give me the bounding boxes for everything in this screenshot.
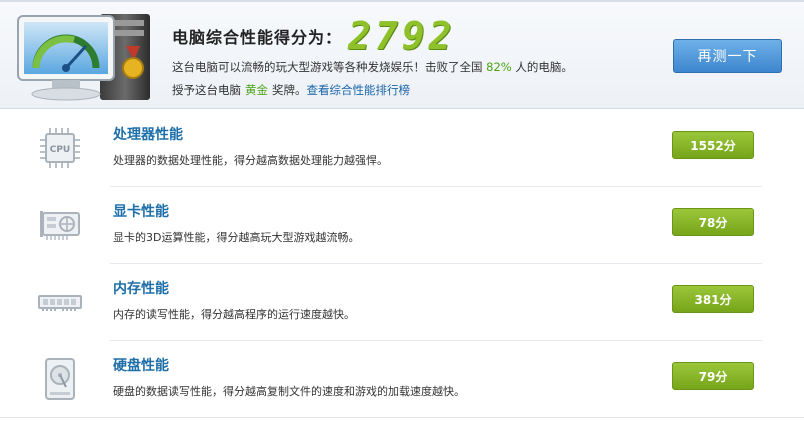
- item-score-badge: 1552分: [672, 131, 754, 159]
- performance-gauge-icon: [17, 14, 150, 101]
- memory-icon: [38, 295, 82, 311]
- item-title: 硬盘性能: [113, 358, 169, 374]
- item-score-badge: 78分: [672, 208, 754, 236]
- score-value: 2792: [348, 14, 456, 58]
- bottom-border: [0, 417, 804, 418]
- item-title: 内存性能: [113, 281, 169, 297]
- award-name: 黄金: [245, 83, 268, 97]
- award-line: 授予这台电脑 黄金 奖牌。查看综合性能排行榜: [172, 82, 410, 98]
- list-item-memory: 内存性能 内存的读写性能，得分越高程序的运行速度越快。 381分: [0, 264, 804, 341]
- item-score-badge: 79分: [672, 362, 754, 390]
- item-description: 硬盘的数据读写性能，得分越高复制文件的速度和游戏的加载速度越快。: [113, 385, 465, 398]
- cpu-icon: CPU: [40, 128, 80, 168]
- item-title: 处理器性能: [113, 127, 183, 143]
- item-description: 内存的读写性能，得分越高程序的运行速度越快。: [113, 308, 355, 321]
- item-score-badge: 381分: [672, 285, 754, 313]
- hard-disk-icon: [45, 358, 75, 400]
- description-suffix: 人的电脑。: [515, 60, 573, 74]
- list-item-hard-disk: 硬盘性能 硬盘的数据读写性能，得分越高复制文件的速度和游戏的加载速度越快。 79…: [0, 341, 804, 418]
- score-label: 电脑综合性能得分为：: [172, 28, 343, 47]
- item-description: 显卡的3D运算性能，得分越高玩大型游戏越流畅。: [113, 231, 360, 244]
- list-item-cpu: CPU 处理器性能 处理器的数据处理性能，得分越高数据处理能力越强悍。 1552…: [0, 110, 804, 187]
- score-description: 这台电脑可以流畅的玩大型游戏等各种发烧娱乐！击败了全国 82% 人的电脑。: [172, 59, 573, 75]
- item-title: 显卡性能: [113, 204, 169, 220]
- overall-score: 电脑综合性能得分为： 2792: [172, 14, 456, 58]
- cpu-icon-label: CPU: [50, 145, 71, 155]
- award-suffix: 奖牌。: [272, 83, 307, 97]
- graphics-card-icon: [40, 211, 80, 240]
- summary-header: 电脑综合性能得分为： 2792 这台电脑可以流畅的玩大型游戏等各种发烧娱乐！击败…: [0, 2, 804, 109]
- ranking-link[interactable]: 查看综合性能排行榜: [307, 83, 411, 97]
- award-prefix: 授予这台电脑: [172, 83, 241, 97]
- item-description: 处理器的数据处理性能，得分越高数据处理能力越强悍。: [113, 154, 388, 167]
- retest-button[interactable]: 再测一下: [673, 39, 782, 73]
- list-item-graphics: 显卡性能 显卡的3D运算性能，得分越高玩大型游戏越流畅。 78分: [0, 187, 804, 264]
- beat-percent: 82%: [486, 60, 512, 74]
- description-prefix: 这台电脑可以流畅的玩大型游戏等各种发烧娱乐！击败了全国: [172, 60, 483, 74]
